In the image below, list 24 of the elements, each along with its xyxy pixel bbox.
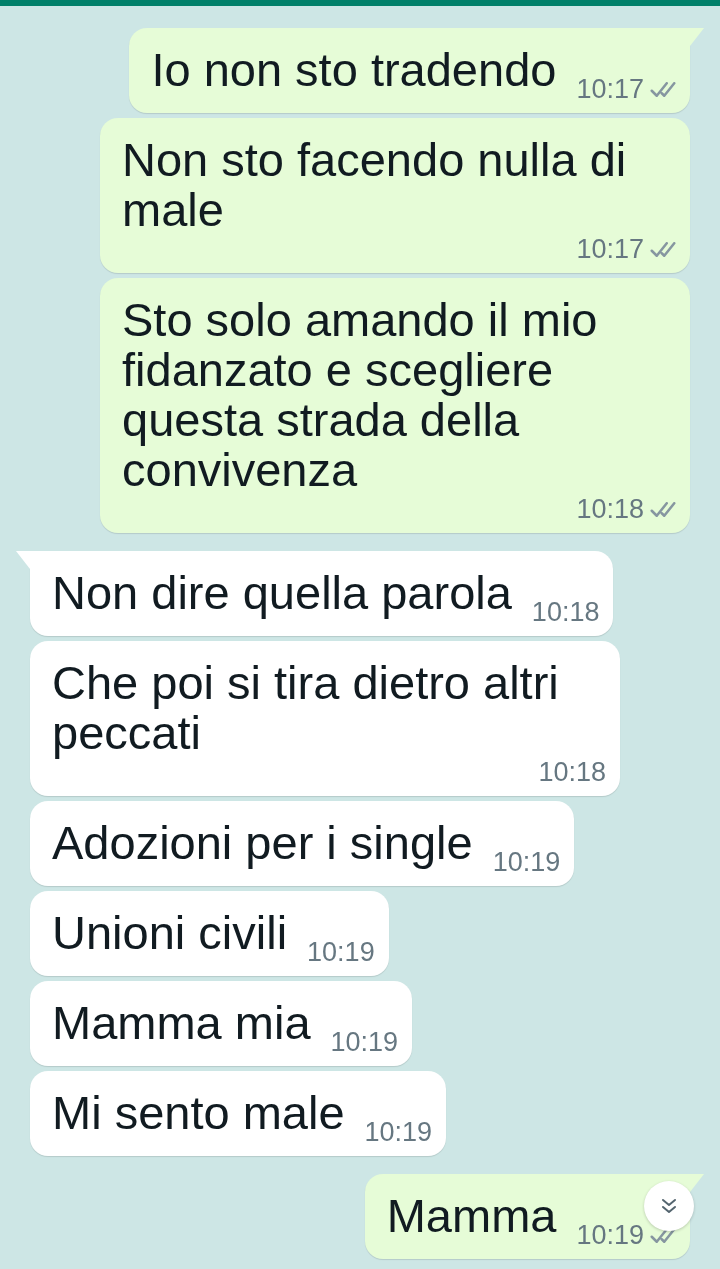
message-time: 10:19 — [576, 1221, 644, 1249]
message-time: 10:19 — [364, 1118, 433, 1146]
double-check-icon — [650, 81, 676, 97]
message-time: 10:17 — [576, 235, 644, 263]
message-text: Adozioni per i single — [52, 818, 473, 868]
message-text: Non sto facendo nulla di male — [122, 135, 628, 235]
message-time: 10:19 — [492, 848, 561, 876]
message-time: 10:19 — [307, 938, 375, 966]
message-time: 10:18 — [538, 758, 606, 786]
double-chevron-down-icon — [659, 1196, 679, 1216]
message-text: Che poi si tira dietro altri peccati — [52, 658, 560, 758]
message-time: 10:17 — [576, 75, 644, 103]
double-check-icon — [650, 501, 676, 517]
message-text: Non dire quella parola — [52, 568, 512, 618]
message-text: Io non sto tradendo — [151, 45, 557, 95]
message-text: Mamma mia — [52, 998, 311, 1048]
message-text: Mi sento male — [52, 1088, 345, 1138]
message-time: 10:18 — [576, 495, 644, 523]
message-text: Sto solo amando il mio fidanzato e scegliere questa strada della convivenza — [122, 295, 599, 495]
message-time: 10:19 — [330, 1028, 399, 1056]
double-check-icon — [650, 241, 676, 257]
message-time: 10:18 — [531, 598, 600, 626]
message-text: Unioni civili — [52, 908, 288, 958]
message-text: Mamma — [386, 1191, 557, 1241]
